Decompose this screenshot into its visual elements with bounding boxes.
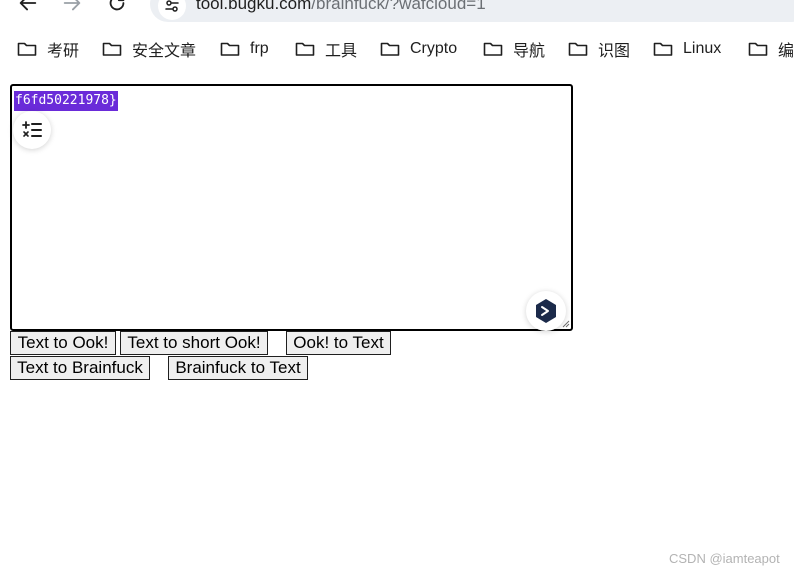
browser-toolbar: tool.bugku.com/brainfuck/?wafcloud=1 (0, 0, 794, 24)
bookmark-editor[interactable]: 编 (748, 36, 794, 62)
url-host: tool.bugku.com (196, 0, 312, 13)
brainfuck-to-text-button[interactable]: Brainfuck to Text (168, 356, 308, 380)
arrow-right-icon[interactable] (61, 0, 83, 14)
address-bar-url[interactable]: tool.bugku.com/brainfuck/?wafcloud=1 (196, 0, 486, 14)
ai-assistant-icon[interactable] (526, 291, 566, 331)
folder-icon (483, 41, 503, 57)
watermark: CSDN @iamteapot (669, 551, 780, 566)
bookmark-label: 工具 (325, 43, 358, 60)
text-to-ook-button[interactable]: Text to Ook! (10, 331, 116, 355)
folder-icon (220, 41, 240, 57)
bookmark-security-articles[interactable]: 安全文章 (102, 36, 196, 62)
bookmark-crypto[interactable]: Crypto (380, 36, 457, 62)
ook-to-text-button[interactable]: Ook! to Text (286, 331, 391, 355)
resize-handle-icon[interactable] (561, 319, 570, 328)
bookmark-label: 编 (778, 43, 794, 60)
text-to-short-ook-button[interactable]: Text to short Ook! (120, 331, 268, 355)
bookmark-label: Linux (683, 40, 722, 57)
bookmark-label: frp (250, 40, 269, 57)
bookmark-kaoyan[interactable]: 考研 (17, 36, 79, 62)
folder-icon (748, 41, 768, 57)
folder-icon (17, 41, 37, 57)
bookmark-image-recognition[interactable]: 识图 (568, 36, 630, 62)
arrow-left-icon[interactable] (17, 0, 39, 14)
bookmark-tools[interactable]: 工具 (295, 36, 357, 62)
textarea-selected-text[interactable]: f6fd50221978} (14, 91, 118, 111)
folder-icon (653, 41, 673, 57)
bookmark-linux[interactable]: Linux (653, 36, 721, 62)
reload-icon[interactable] (106, 0, 128, 14)
bookmark-frp[interactable]: frp (220, 36, 269, 62)
bookmark-label: 识图 (598, 43, 631, 60)
bookmark-label: Crypto (410, 40, 458, 57)
list-icon[interactable] (13, 111, 51, 149)
bookmark-navigation[interactable]: 导航 (483, 36, 545, 62)
folder-icon (568, 41, 588, 57)
folder-icon (295, 41, 315, 57)
bookmark-label: 安全文章 (132, 43, 197, 60)
folder-icon (380, 41, 400, 57)
url-path: /brainfuck/?wafcloud=1 (311, 0, 486, 13)
brainfuck-textarea[interactable]: f6fd50221978} (10, 84, 573, 331)
bookmarks-bar: 考研 安全文章 frp 工具 Crypto 导航 识图 Linux 编 (0, 34, 794, 64)
bookmark-label: 导航 (513, 43, 546, 60)
folder-icon (102, 41, 122, 57)
bookmark-label: 考研 (47, 43, 80, 60)
text-to-brainfuck-button[interactable]: Text to Brainfuck (10, 356, 150, 380)
